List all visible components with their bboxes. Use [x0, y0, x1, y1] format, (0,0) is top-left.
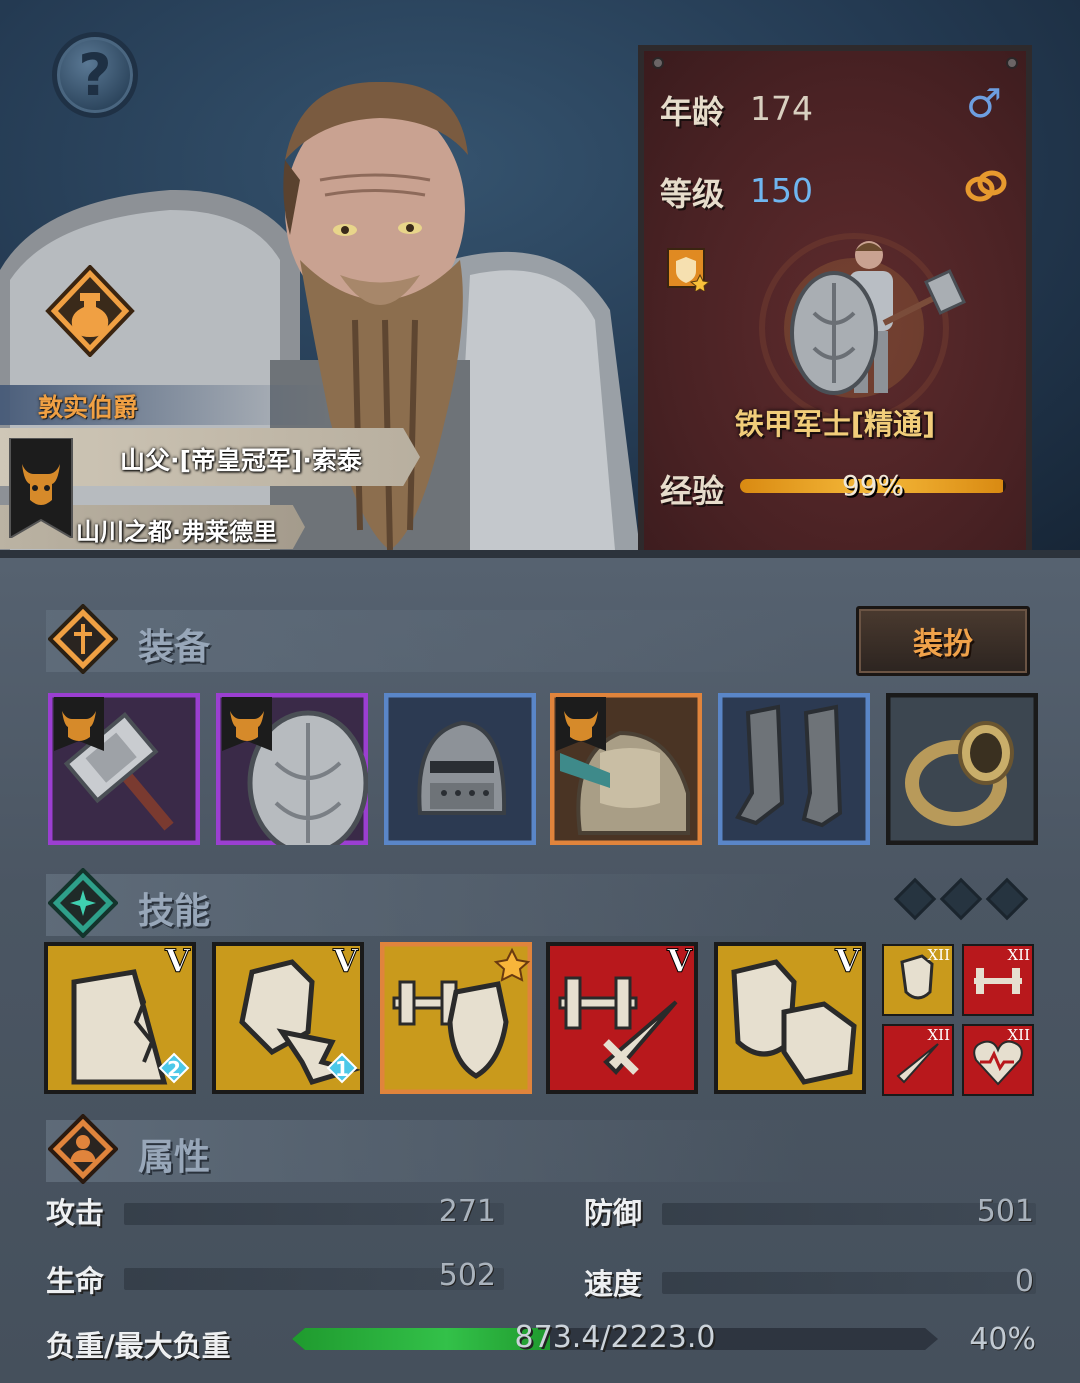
- star-burst-icon: [47, 867, 119, 939]
- attack-value: 271: [438, 1194, 496, 1229]
- skill-shield-gauntlet[interactable]: V: [714, 942, 866, 1094]
- svg-text:V: V: [834, 942, 861, 980]
- character-portrait-area: ? 敦实伯爵 山父·[帝皇冠军]·索泰 山川之都·弗莱德里 年龄 174 ♂ 等…: [0, 0, 1080, 550]
- noble-title: 敦实伯爵: [0, 385, 330, 425]
- dress-up-label: 装扮: [913, 627, 973, 662]
- equip-slot-armor[interactable]: [550, 693, 702, 845]
- defense-label: 防御: [584, 1196, 643, 1230]
- potion-icon: [45, 264, 135, 358]
- svg-text:XII: XII: [1007, 946, 1030, 964]
- skill-shield-mastery[interactable]: XII: [882, 944, 954, 1016]
- health-value: 502: [438, 1258, 496, 1293]
- speed-value: 0: [1014, 1264, 1034, 1299]
- class-portrait: [734, 233, 974, 423]
- question-mark-icon: ?: [78, 41, 112, 109]
- load-value: 873.4/2223.0: [514, 1320, 716, 1355]
- noble-title-text: 敦实伯爵: [38, 393, 139, 422]
- defense-value: 501: [976, 1194, 1034, 1229]
- rank-badge-icon[interactable]: [666, 247, 711, 293]
- skill-slot-gem-icon: [939, 877, 983, 921]
- character-name: 山父·[帝皇冠军]·索泰: [120, 446, 362, 475]
- load-label: 负重/最大负重: [46, 1329, 231, 1363]
- speed-label: 速度: [584, 1267, 643, 1301]
- health-label: 生命: [46, 1264, 105, 1298]
- exp-label: 经验: [660, 472, 725, 510]
- equip-slot-shield[interactable]: [216, 693, 368, 845]
- equip-slot-boots[interactable]: [718, 693, 870, 845]
- dagger-icon: [47, 603, 119, 675]
- skill-weight-shield[interactable]: [380, 942, 532, 1094]
- svg-text:XII: XII: [927, 946, 950, 964]
- skill-vitality-mastery[interactable]: XII: [962, 1024, 1034, 1096]
- rivet: [652, 57, 664, 69]
- help-button[interactable]: ?: [52, 32, 138, 118]
- svg-text:XII: XII: [927, 1026, 950, 1044]
- svg-text:V: V: [666, 942, 693, 980]
- svg-text:V: V: [164, 942, 191, 980]
- faction-bull-flag-icon: [8, 437, 74, 540]
- skills-section-header: 技能: [46, 867, 806, 939]
- class-name: 铁甲军士[精通]: [734, 407, 936, 441]
- equipment-title: 装备: [138, 627, 211, 668]
- age-label: 年龄: [660, 93, 725, 131]
- skill-slot-gem-icon: [985, 877, 1029, 921]
- hometown-name: 山川之都·弗莱德里: [76, 518, 278, 546]
- exp-percent: 99%: [841, 469, 905, 502]
- person-silhouette-icon: [47, 1113, 119, 1185]
- load-percent: 40%: [969, 1322, 1036, 1357]
- skill-slot-gem-icon: [893, 877, 937, 921]
- svg-text:1: 1: [335, 1057, 349, 1081]
- attributes-title: 属性: [138, 1137, 211, 1178]
- age-value: 174: [750, 89, 813, 128]
- equip-slot-helmet[interactable]: [384, 693, 536, 845]
- equipment-section-header: 装备: [46, 603, 806, 675]
- level-value: 150: [750, 171, 813, 210]
- skills-title: 技能: [138, 891, 211, 932]
- rivet: [1006, 57, 1018, 69]
- svg-text:V: V: [332, 942, 359, 980]
- skill-strength-mastery[interactable]: XII: [962, 944, 1034, 1016]
- skill-weight-sword[interactable]: V: [546, 942, 698, 1094]
- dress-up-button[interactable]: 装扮: [856, 606, 1030, 676]
- equip-slot-ring[interactable]: [886, 693, 1038, 845]
- svg-text:2: 2: [167, 1057, 181, 1081]
- svg-text:XII: XII: [1007, 1026, 1030, 1044]
- level-label: 等级: [660, 175, 725, 213]
- skill-shield-wall[interactable]: V 2: [44, 942, 196, 1094]
- skill-sword-mastery[interactable]: XII: [882, 1024, 954, 1096]
- marriage-rings-icon[interactable]: [962, 165, 1010, 205]
- character-info-panel: 年龄 174 ♂ 等级 150 铁甲军士[精通] 经验 99%: [638, 45, 1032, 550]
- character-details-panel: 装备 装扮 技能 V 2 V 1 V V XII XII XII XII 属性 …: [0, 550, 1080, 1383]
- attributes-section-header: 属性: [46, 1113, 806, 1185]
- attack-label: 攻击: [46, 1196, 105, 1230]
- potion-button[interactable]: [44, 264, 136, 358]
- male-symbol-icon: ♂: [966, 81, 1002, 127]
- skill-shield-push[interactable]: V 1: [212, 942, 364, 1094]
- equip-slot-weapon[interactable]: [48, 693, 200, 845]
